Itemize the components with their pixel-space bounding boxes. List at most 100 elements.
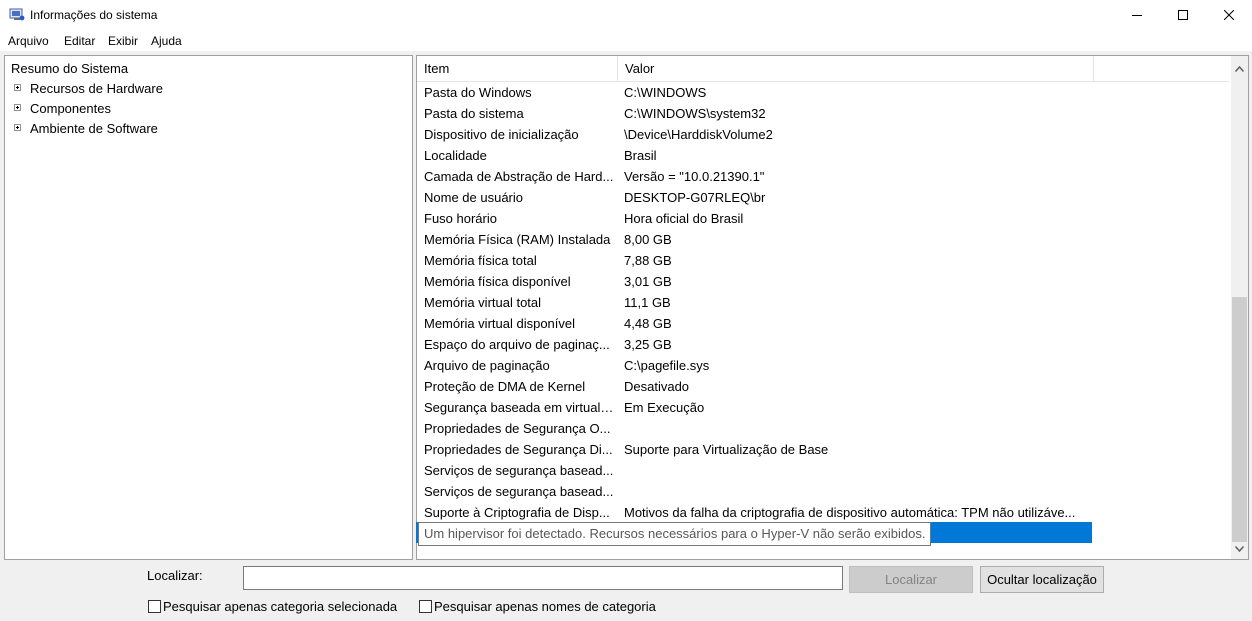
- cell-valor: Motivos da falha da criptografia de disp…: [624, 505, 1076, 520]
- cell-item: Memória física total: [424, 253, 537, 268]
- list-row[interactable]: Fuso horário Hora oficial do Brasil: [417, 208, 1093, 229]
- list-row[interactable]: Propriedades de Segurança O...: [417, 418, 1093, 439]
- minimize-button[interactable]: [1114, 0, 1160, 31]
- tree-item-resumo-do-sistema[interactable]: Resumo do Sistema: [10, 59, 129, 78]
- list-row[interactable]: Pasta do sistema C:\WINDOWS\system32: [417, 103, 1093, 124]
- window-title: Informações do sistema: [30, 8, 158, 22]
- cell-valor: Versão = "10.0.21390.1": [624, 169, 765, 184]
- hide-find-button[interactable]: Ocultar localização: [980, 566, 1104, 593]
- category-tree[interactable]: Resumo do Sistema Recursos de Hardware C…: [4, 55, 413, 560]
- cell-item: Fuso horário: [424, 211, 497, 226]
- cell-valor: C:\WINDOWS\system32: [624, 106, 766, 121]
- cell-item: Proteção de DMA de Kernel: [424, 379, 586, 394]
- menu-bar: Arquivo Editar Exibir Ajuda: [0, 31, 1252, 51]
- cell-valor: C:\WINDOWS: [624, 85, 707, 100]
- search-label: Localizar:: [147, 568, 203, 583]
- list-header: Item Valor: [417, 56, 1229, 82]
- list-row[interactable]: Serviços de segurança basead...: [417, 481, 1093, 502]
- cell-item: Memória virtual disponível: [424, 316, 576, 331]
- column-divider[interactable]: [1093, 56, 1094, 81]
- cell-item: Serviços de segurança basead...: [424, 463, 614, 478]
- list-row[interactable]: Suporte à Criptografia de Disp... Motivos…: [417, 502, 1093, 523]
- title-bar: Informações do sistema: [0, 0, 1252, 31]
- hypervisor-tooltip: Um hipervisor foi detectado. Recursos ne…: [418, 522, 932, 546]
- cell-item: Nome de usuário: [424, 190, 523, 205]
- cell-item: Pasta do sistema: [424, 106, 524, 121]
- cell-item: Dispositivo de inicialização: [424, 127, 579, 142]
- checkbox-selected-category[interactable]: [148, 600, 161, 613]
- cell-valor: 11,1 GB: [624, 295, 671, 310]
- list-row[interactable]: Memória Física (RAM) Instalada 8,00 GB: [417, 229, 1093, 250]
- cell-valor: Desativado: [624, 379, 690, 394]
- maximize-button[interactable]: [1160, 0, 1206, 31]
- cell-item: Segurança baseada em virtuali...: [424, 400, 614, 415]
- tree-item-label: Componentes: [30, 101, 111, 116]
- checkbox-category-names[interactable]: [419, 600, 432, 613]
- tree-item-label: Recursos de Hardware: [30, 81, 163, 96]
- list-row[interactable]: Memória virtual disponível 4,48 GB: [417, 313, 1093, 334]
- list-row[interactable]: Segurança baseada em virtuali... Em Execu…: [417, 397, 1093, 418]
- list-row[interactable]: Serviços de segurança basead...: [417, 460, 1093, 481]
- menu-ajuda[interactable]: Ajuda: [151, 34, 182, 48]
- scroll-up-icon[interactable]: [1234, 60, 1245, 75]
- checkbox-selected-category-label[interactable]: Pesquisar apenas categoria selecionada: [163, 599, 397, 614]
- list-row[interactable]: Localidade Brasil: [417, 145, 1093, 166]
- cell-item: Memória física disponível: [424, 274, 571, 289]
- close-button[interactable]: [1206, 0, 1252, 31]
- scroll-down-icon[interactable]: [1234, 540, 1245, 555]
- tree-item-label: Ambiente de Software: [30, 121, 158, 136]
- list-row[interactable]: Propriedades de Segurança Di... Suporte p…: [417, 439, 1093, 460]
- expand-icon[interactable]: [14, 84, 21, 91]
- column-header-valor[interactable]: Valor: [618, 56, 1093, 81]
- cell-item: Espaço do arquivo de paginaç...: [424, 337, 610, 352]
- menu-editar[interactable]: Editar: [64, 34, 95, 48]
- cell-valor: Hora oficial do Brasil: [624, 211, 744, 226]
- list-row[interactable]: Memória física disponível 3,01 GB: [417, 271, 1093, 292]
- search-input[interactable]: [243, 566, 843, 590]
- expand-icon[interactable]: [14, 124, 21, 131]
- cell-valor: 7,88 GB: [624, 253, 672, 268]
- cell-item: Suporte à Criptografia de Disp...: [424, 505, 610, 520]
- cell-item: Serviços de segurança basead...: [424, 484, 614, 499]
- maximize-icon: [1178, 8, 1188, 23]
- cell-valor: 8,00 GB: [624, 232, 672, 247]
- minimize-icon: [1132, 8, 1142, 23]
- cell-valor: 3,25 GB: [624, 337, 672, 352]
- cell-valor: Em Execução: [624, 400, 705, 415]
- vertical-scrollbar[interactable]: [1231, 56, 1248, 559]
- close-icon: [1223, 8, 1235, 23]
- cell-item: Camada de Abstração de Hard...: [424, 169, 614, 184]
- list-row[interactable]: Proteção de DMA de Kernel Desativado: [417, 376, 1093, 397]
- list-row[interactable]: Nome de usuário DESKTOP-G07RLEQ\br: [417, 187, 1093, 208]
- cell-valor: Brasil: [624, 148, 657, 163]
- list-row[interactable]: Arquivo de paginação C:\pagefile.sys: [417, 355, 1093, 376]
- cell-item: Memória Física (RAM) Instalada: [424, 232, 611, 247]
- checkbox-category-names-label[interactable]: Pesquisar apenas nomes de categoria: [434, 599, 656, 614]
- cell-valor: C:\pagefile.sys: [624, 358, 710, 373]
- list-row[interactable]: Pasta do Windows C:\WINDOWS: [417, 82, 1093, 103]
- system-information-icon: [9, 8, 25, 22]
- list-row[interactable]: Espaço do arquivo de paginaç... 3,25 GB: [417, 334, 1093, 355]
- details-list[interactable]: Item Valor Pasta do Windows C:\WINDOWS Pas…: [416, 55, 1249, 560]
- cell-item: Pasta do Windows: [424, 85, 532, 100]
- column-header-item[interactable]: Item: [417, 56, 617, 81]
- scrollbar-thumb[interactable]: [1232, 297, 1247, 542]
- list-row[interactable]: Dispositivo de inicialização \Device\Hard…: [417, 124, 1093, 145]
- find-button[interactable]: Localizar: [849, 566, 973, 593]
- tree-item-label: Resumo do Sistema: [11, 61, 129, 76]
- cell-valor: 3,01 GB: [624, 274, 672, 289]
- cell-item: Memória virtual total: [424, 295, 542, 310]
- cell-valor: \Device\HarddiskVolume2: [624, 127, 773, 142]
- menu-exibir[interactable]: Exibir: [108, 34, 138, 48]
- cell-item: Propriedades de Segurança Di...: [424, 442, 613, 457]
- expand-icon[interactable]: [14, 104, 21, 111]
- cell-valor: Suporte para Virtualização de Base: [624, 442, 829, 457]
- cell-valor: DESKTOP-G07RLEQ\br: [624, 190, 766, 205]
- list-row[interactable]: Memória física total 7,88 GB: [417, 250, 1093, 271]
- cell-item: Localidade: [424, 148, 487, 163]
- list-row[interactable]: Memória virtual total 11,1 GB: [417, 292, 1093, 313]
- cell-item: Propriedades de Segurança O...: [424, 421, 611, 436]
- menu-arquivo[interactable]: Arquivo: [8, 34, 49, 48]
- cell-valor: 4,48 GB: [624, 316, 672, 331]
- list-row[interactable]: Camada de Abstração de Hard... Versão = "…: [417, 166, 1093, 187]
